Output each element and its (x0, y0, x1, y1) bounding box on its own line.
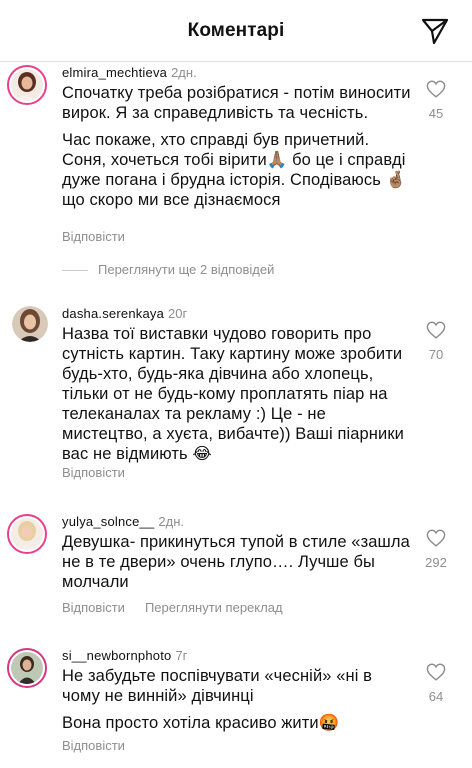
comment-time: 2дн. (158, 514, 185, 529)
heart-icon (426, 80, 446, 98)
avatar[interactable] (12, 306, 48, 342)
comment-paragraph: Назва тої виставки чудово говорить про с… (62, 325, 404, 463)
divider-line (62, 270, 88, 272)
send-icon[interactable] (420, 16, 450, 46)
comment-text: Девушка- прикинуться тупой в стиле «зашл… (62, 532, 412, 592)
heart-icon (426, 663, 446, 681)
comment-time: 2дн. (171, 65, 197, 80)
like-button[interactable]: 292 (416, 529, 456, 570)
view-replies-label[interactable]: Переглянути ще 2 відповідей (98, 262, 274, 277)
comment-paragraph: Час покаже, хто справді був причетний. С… (62, 131, 407, 209)
comment-text: Спочатку треба розібратися - потім винос… (62, 83, 412, 210)
comment-username[interactable]: elmira_mechtieva (62, 65, 167, 80)
comment-time: 20г (168, 306, 188, 321)
page-title: Коментарі (187, 20, 285, 41)
comment-text: Не забудьте поспівчувати «чесній» «ні в … (62, 666, 412, 733)
reply-button[interactable]: Відповісти (62, 600, 125, 615)
like-count: 64 (428, 689, 444, 704)
comment-time: 7г (175, 648, 188, 663)
like-button[interactable]: 70 (416, 321, 456, 362)
like-count: 45 (428, 106, 444, 121)
comment-paragraph: Вона просто хотіла красиво жити🤬 (62, 714, 340, 732)
heart-icon (426, 321, 446, 339)
comment-paragraph: Спочатку треба розібратися - потім винос… (62, 84, 411, 122)
comment-paragraph: Не забудьте поспівчувати «чесній» «ні в … (62, 667, 373, 705)
like-button[interactable]: 45 (416, 80, 456, 121)
heart-icon (426, 529, 446, 547)
comment-username[interactable]: si__newbornphoto (62, 648, 171, 663)
like-button[interactable]: 64 (416, 663, 456, 704)
comment-username[interactable]: dasha.serenkaya (62, 306, 164, 321)
avatar[interactable] (7, 514, 47, 554)
comments-header: Коментарі (0, 0, 472, 62)
translate-button[interactable]: Переглянути переклад (145, 600, 283, 615)
view-more-replies[interactable]: Переглянути ще 2 відповідей (62, 262, 274, 277)
comment-paragraph: Девушка- прикинуться тупой в стиле «зашл… (62, 533, 410, 591)
avatar[interactable] (7, 648, 47, 688)
avatar[interactable] (7, 65, 47, 105)
like-count: 292 (425, 555, 447, 570)
like-count: 70 (428, 347, 444, 362)
comment-text: Назва тої виставки чудово говорить про с… (62, 324, 412, 464)
comment-username[interactable]: yulya_solnce__ (62, 514, 154, 529)
reply-button[interactable]: Відповісти (62, 738, 125, 753)
reply-button[interactable]: Відповісти (62, 465, 125, 480)
reply-button[interactable]: Відповісти (62, 229, 125, 244)
